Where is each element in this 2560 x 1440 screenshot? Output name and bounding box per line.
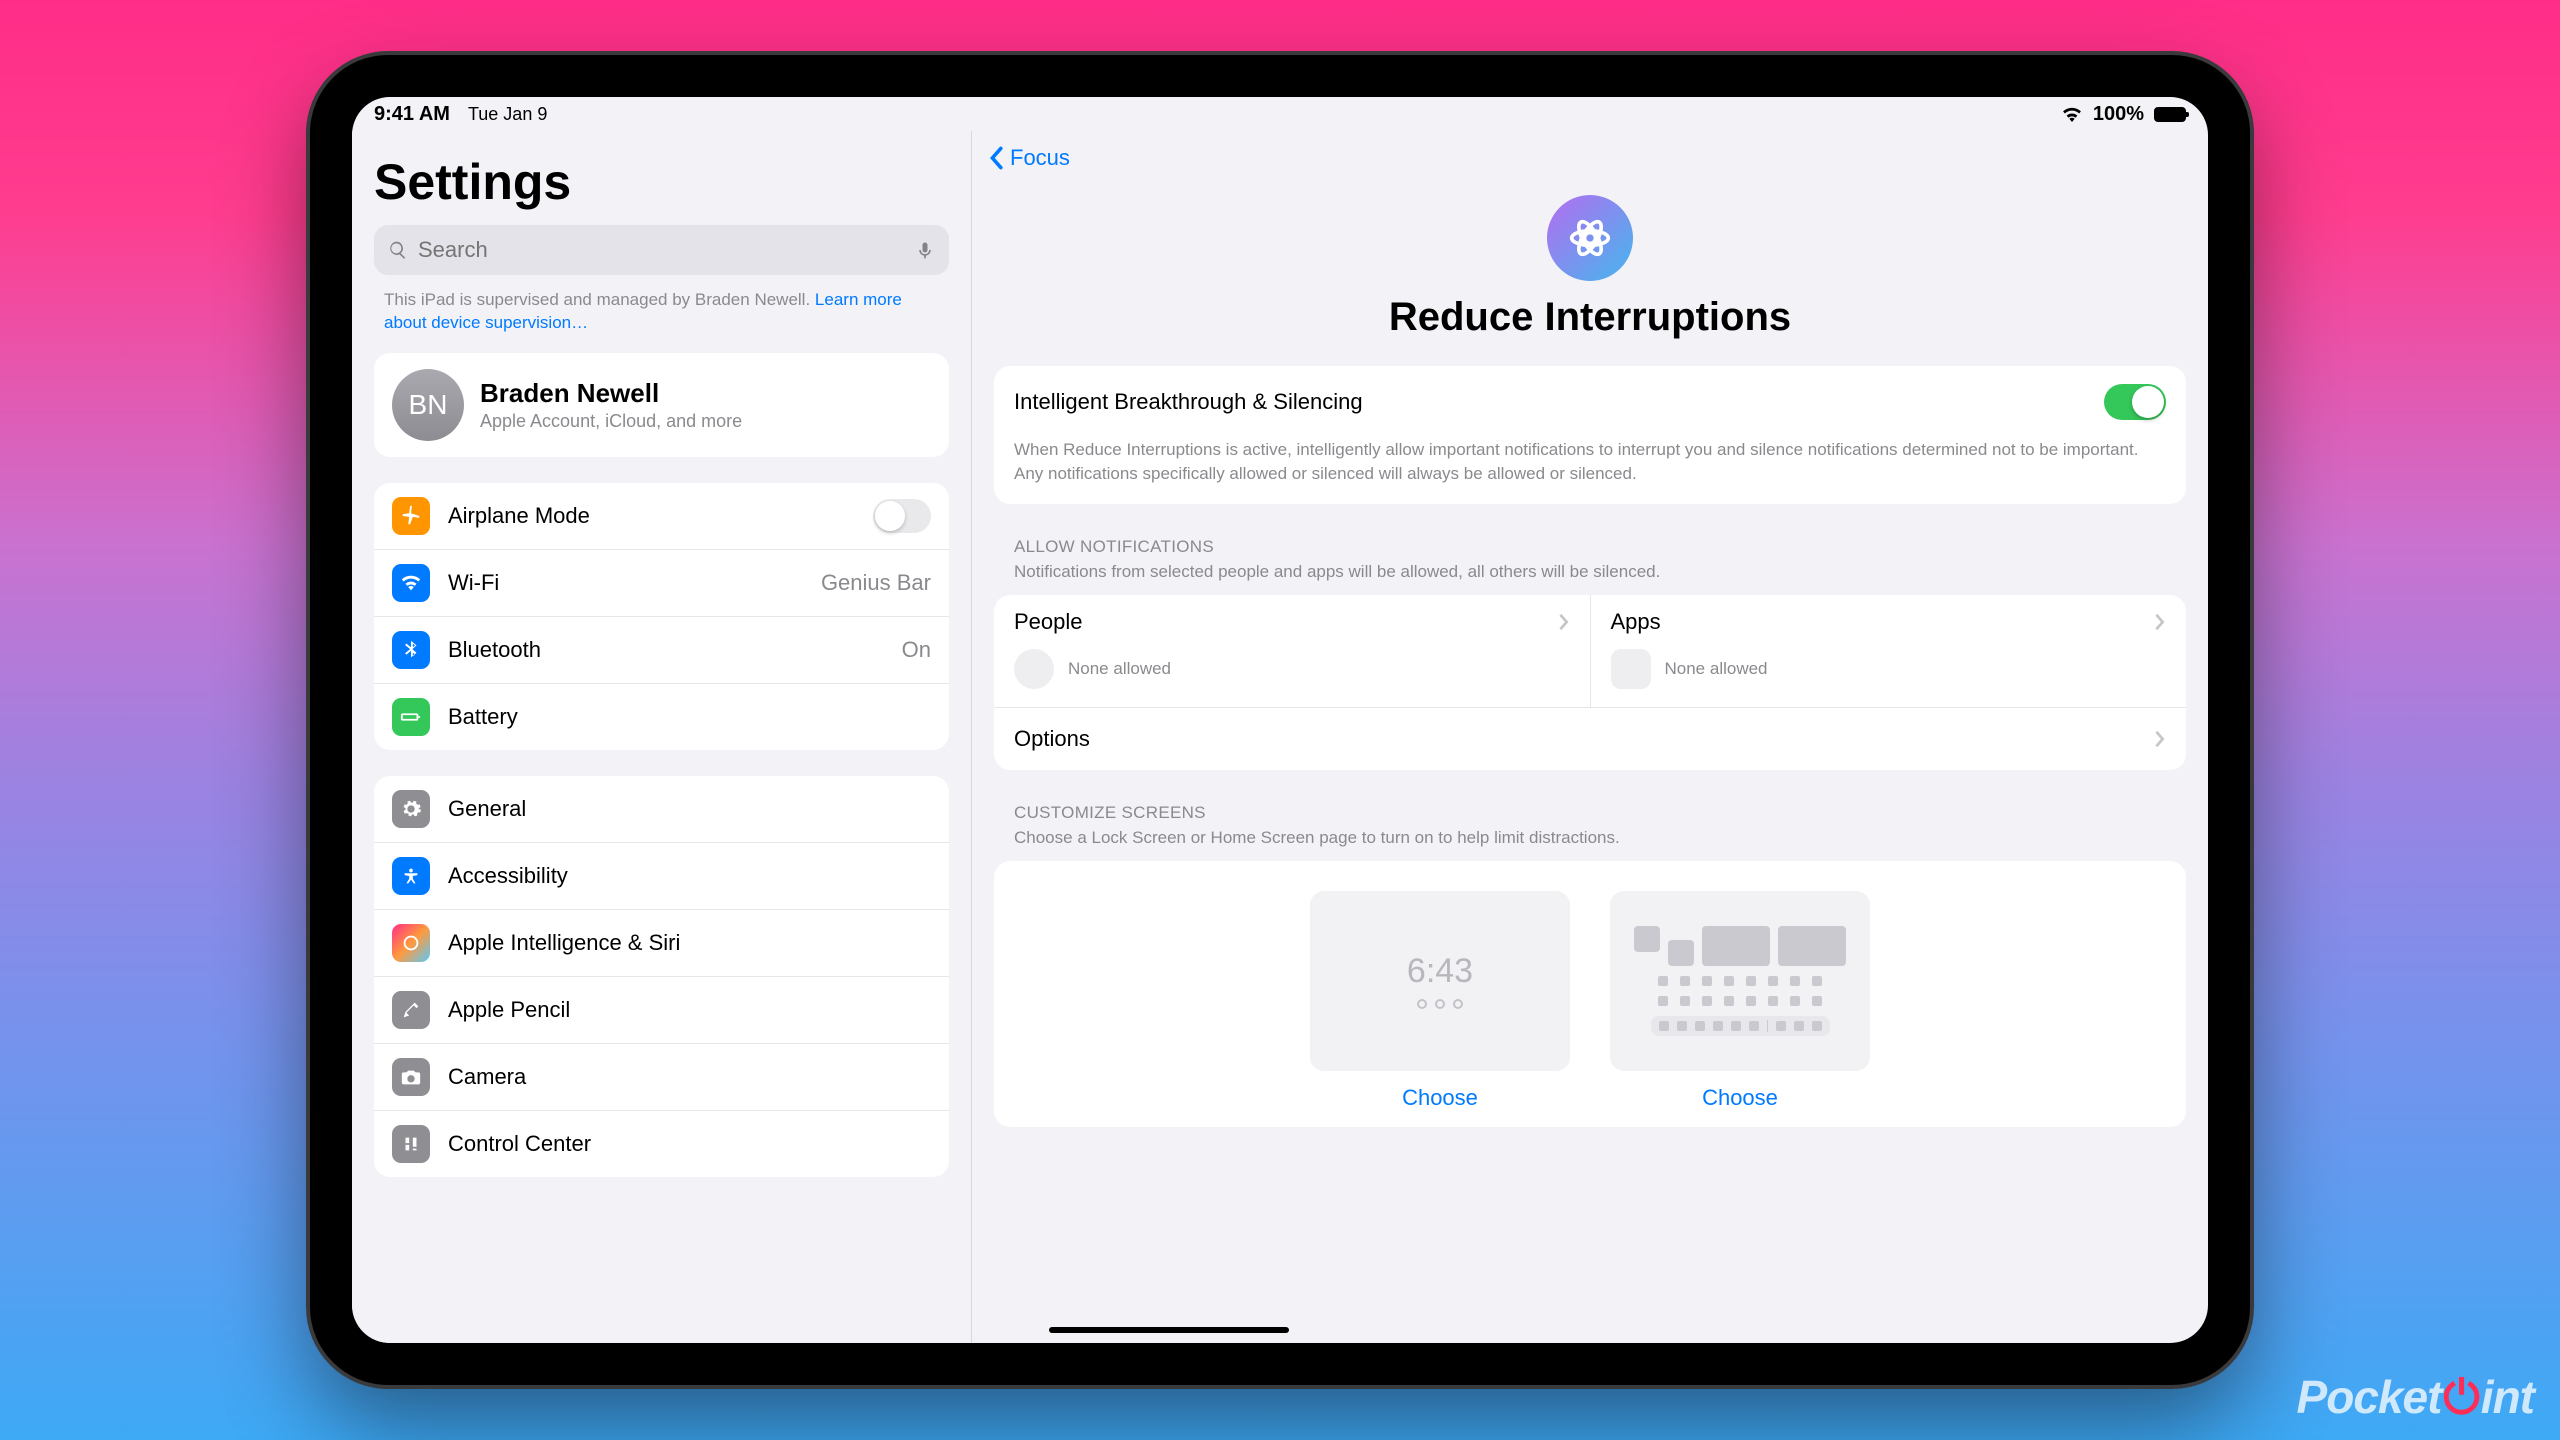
- search-input[interactable]: [418, 237, 905, 263]
- supervised-notice: This iPad is supervised and managed by B…: [384, 289, 939, 335]
- home-screen-option[interactable]: Choose: [1610, 891, 1870, 1111]
- search-field[interactable]: [374, 225, 949, 275]
- ipad-frame: 9:41 AM Tue Jan 9 100% Settings This iPa…: [310, 55, 2250, 1385]
- wifi-value: Genius Bar: [821, 570, 931, 596]
- detail-pane: Focus Reduce Interruptions Intelligent B…: [972, 131, 2208, 1343]
- bluetooth-icon: [392, 631, 430, 669]
- person-placeholder-icon: [1014, 649, 1054, 689]
- sidebar-group-general: General Accessibility Apple Intelligence…: [374, 776, 949, 1177]
- sidebar-item-camera[interactable]: Camera: [374, 1043, 949, 1110]
- chevron-right-icon: [1558, 613, 1570, 631]
- lock-screen-thumbnail: 6:43: [1310, 891, 1570, 1071]
- sidebar-item-battery[interactable]: Battery: [374, 683, 949, 750]
- apps-cell[interactable]: Apps None allowed: [1590, 595, 2187, 707]
- battery-icon: [2154, 107, 2186, 122]
- sidebar-item-general[interactable]: General: [374, 776, 949, 842]
- settings-title: Settings: [374, 153, 949, 211]
- screen: 9:41 AM Tue Jan 9 100% Settings This iPa…: [352, 97, 2208, 1343]
- chevron-right-icon: [2154, 730, 2166, 748]
- control-center-icon: [392, 1125, 430, 1163]
- choose-home-screen-button[interactable]: Choose: [1702, 1085, 1778, 1111]
- wifi-settings-icon: [392, 564, 430, 602]
- intelligent-toggle-section: Intelligent Breakthrough & Silencing Whe…: [994, 366, 2186, 504]
- allow-notifications-header: ALLOW NOTIFICATIONS Notifications from s…: [994, 512, 2186, 585]
- customize-screens-section: 6:43 Choose Choo: [994, 861, 2186, 1127]
- search-icon: [388, 240, 408, 260]
- accessibility-icon: [392, 857, 430, 895]
- sidebar-item-bluetooth[interactable]: Bluetooth On: [374, 616, 949, 683]
- sidebar-item-accessibility[interactable]: Accessibility: [374, 842, 949, 909]
- options-row[interactable]: Options: [994, 707, 2186, 770]
- sidebar-item-apple-intelligence[interactable]: Apple Intelligence & Siri: [374, 909, 949, 976]
- status-time: 9:41 AM: [374, 103, 450, 126]
- choose-lock-screen-button[interactable]: Choose: [1402, 1085, 1478, 1111]
- intelligent-toggle-row[interactable]: Intelligent Breakthrough & Silencing: [994, 366, 2186, 438]
- avatar: BN: [392, 369, 464, 441]
- wifi-icon: [2061, 106, 2083, 122]
- focus-mode-icon: [1547, 195, 1633, 281]
- profile-name: Braden Newell: [480, 378, 742, 409]
- customize-screens-header: CUSTOMIZE SCREENS Choose a Lock Screen o…: [994, 778, 2186, 851]
- status-bar: 9:41 AM Tue Jan 9 100%: [352, 97, 2208, 131]
- app-placeholder-icon: [1611, 649, 1651, 689]
- sidebar-item-control-center[interactable]: Control Center: [374, 1110, 949, 1177]
- profile-sub: Apple Account, iCloud, and more: [480, 411, 742, 432]
- battery-settings-icon: [392, 698, 430, 736]
- pencil-icon: [392, 991, 430, 1029]
- airplane-icon: [392, 497, 430, 535]
- airplane-toggle[interactable]: [873, 499, 931, 533]
- camera-icon: [392, 1058, 430, 1096]
- intelligent-toggle[interactable]: [2104, 384, 2166, 420]
- lock-screen-option[interactable]: 6:43 Choose: [1310, 891, 1570, 1111]
- back-button[interactable]: Focus: [972, 131, 2208, 185]
- mic-icon[interactable]: [915, 240, 935, 260]
- intelligent-toggle-desc: When Reduce Interruptions is active, int…: [994, 438, 2186, 504]
- battery-percent: 100%: [2093, 103, 2144, 126]
- sidebar-item-wifi[interactable]: Wi-Fi Genius Bar: [374, 549, 949, 616]
- lock-screen-dots-icon: [1417, 999, 1463, 1009]
- profile-card[interactable]: BN Braden Newell Apple Account, iCloud, …: [374, 353, 949, 457]
- home-screen-thumbnail: [1610, 891, 1870, 1071]
- watermark: Pocket⏻int: [2297, 1370, 2534, 1426]
- sidebar-item-airplane[interactable]: Airplane Mode: [374, 483, 949, 549]
- apple-intelligence-icon: [392, 924, 430, 962]
- settings-sidebar: Settings This iPad is supervised and man…: [352, 131, 972, 1343]
- chevron-left-icon: [988, 146, 1004, 170]
- sidebar-item-apple-pencil[interactable]: Apple Pencil: [374, 976, 949, 1043]
- status-date: Tue Jan 9: [468, 104, 547, 125]
- page-title: Reduce Interruptions: [994, 295, 2186, 340]
- home-indicator[interactable]: [1049, 1327, 1289, 1333]
- bluetooth-value: On: [902, 637, 931, 663]
- allow-notifications-section: People None allowed Apps None allowed Op…: [994, 595, 2186, 770]
- chevron-right-icon: [2154, 613, 2166, 631]
- gear-icon: [392, 790, 430, 828]
- people-cell[interactable]: People None allowed: [994, 595, 1590, 707]
- sidebar-group-connectivity: Airplane Mode Wi-Fi Genius Bar Bluetooth…: [374, 483, 949, 750]
